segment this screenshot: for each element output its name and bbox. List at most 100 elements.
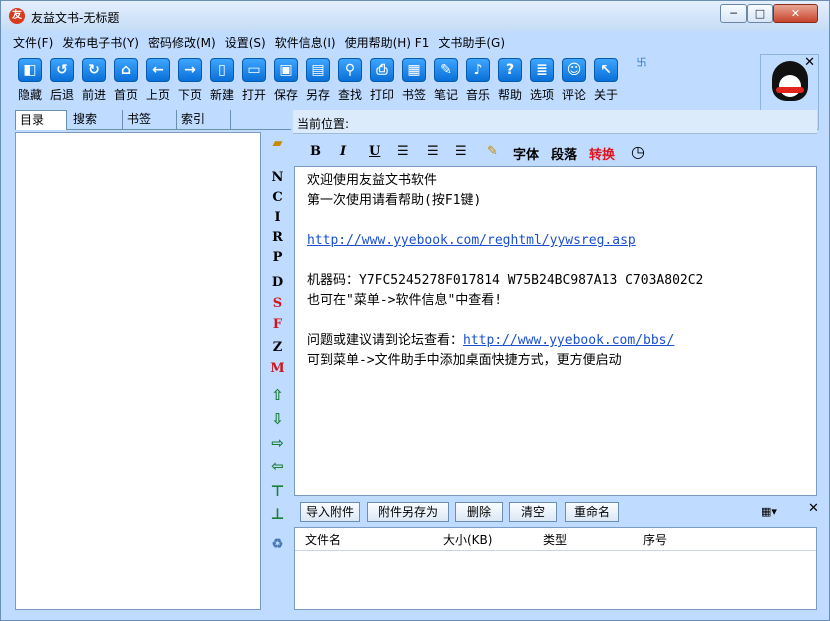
underline-button[interactable]: U <box>369 144 380 159</box>
align-right-icon[interactable]: ☰ <box>455 144 467 159</box>
prev-page-button[interactable]: ← 上页 <box>143 58 173 103</box>
italic-button[interactable]: I <box>340 144 346 159</box>
hide-button[interactable]: ◧ 隐藏 <box>15 58 45 103</box>
import-attachment-button[interactable]: 导入附件 <box>300 502 360 522</box>
attachment-close-icon[interactable]: ✕ <box>808 501 819 516</box>
comment-button[interactable]: ☺ 评论 <box>559 58 589 103</box>
register-link[interactable]: http://www.yyebook.com/reghtml/yywsreg.a… <box>307 233 636 248</box>
side-strip: ▰ N C I R P D S F Z M ⇧ ⇩ ⇨ ⇦ ⊤ ⊥ ♻ <box>263 132 292 610</box>
side-N[interactable]: N <box>263 170 292 185</box>
open-button[interactable]: ▭ 打开 <box>239 58 269 103</box>
save-button[interactable]: ▣ 保存 <box>271 58 301 103</box>
music-icon: ♪ <box>466 58 490 82</box>
attachment-table[interactable]: 文件名 大小(KB) 类型 序号 <box>294 527 817 610</box>
home-icon: ⌂ <box>114 58 138 82</box>
side-R[interactable]: R <box>263 230 292 245</box>
app-window: 友 友益文书-无标题 ─ □ ✕ 文件(F) 发布电子书(Y) 密码修改(M) … <box>0 0 830 621</box>
recycle-bin-icon[interactable]: ♻ <box>263 537 292 552</box>
qq-penguin-icon <box>772 61 808 101</box>
new-doc-icon: ▯ <box>210 58 234 82</box>
col-size[interactable]: 大小(KB) <box>443 531 492 548</box>
editor-line-machine-code: 机器码：Y7FC5245278F017814 W75B24BC987A13 C7… <box>307 273 704 288</box>
save-attachment-as-button[interactable]: 附件另存为 <box>367 502 449 522</box>
close-button[interactable]: ✕ <box>773 4 818 23</box>
align-center-icon[interactable]: ☰ <box>427 144 439 159</box>
tab-index[interactable]: 索引 <box>177 110 231 130</box>
col-filename[interactable]: 文件名 <box>305 531 341 548</box>
move-down-icon[interactable]: ⇩ <box>263 410 292 428</box>
next-page-button[interactable]: → 下页 <box>175 58 205 103</box>
format-toolbar: B I U ☰ ☰ ☰ ✎ 字体 段落 转换 ◷ <box>293 139 817 165</box>
menu-file[interactable]: 文件(F) <box>13 34 53 51</box>
side-M[interactable]: M <box>263 361 292 376</box>
grid-view-icon[interactable]: ▦▾ <box>761 505 777 518</box>
convert-button[interactable]: 转换 <box>589 144 615 163</box>
move-up-icon[interactable]: ⇧ <box>263 386 292 404</box>
side-S[interactable]: S <box>263 296 292 311</box>
home-button[interactable]: ⌂ 首页 <box>111 58 141 103</box>
new-button[interactable]: ▯ 新建 <box>207 58 237 103</box>
forward-button[interactable]: ↻ 前进 <box>79 58 109 103</box>
paragraph-button[interactable]: 段落 <box>551 144 577 163</box>
contents-tree[interactable] <box>15 132 261 610</box>
prev-page-icon: ← <box>146 58 170 82</box>
clear-attachments-button[interactable]: 清空 <box>509 502 557 522</box>
note-icon: ✎ <box>434 58 458 82</box>
options-button[interactable]: ≣ 选项 <box>527 58 557 103</box>
options-icon: ≣ <box>530 58 554 82</box>
maximize-button[interactable]: □ <box>747 4 773 23</box>
align-left-icon[interactable]: ☰ <box>397 144 409 159</box>
col-type[interactable]: 类型 <box>543 531 567 548</box>
forum-link[interactable]: http://www.yyebook.com/bbs/ <box>463 333 674 348</box>
move-left-icon[interactable]: ⇦ <box>263 457 292 475</box>
note-button[interactable]: ✎ 笔记 <box>431 58 461 103</box>
save-as-button[interactable]: ▤ 另存 <box>303 58 333 103</box>
clock-icon[interactable]: ◷ <box>631 142 645 161</box>
side-D[interactable]: D <box>263 275 292 290</box>
toolbar: ◧ 隐藏 ↺ 后退 ↻ 前进 ⌂ 首页 ← 上页 → 下页 ▯ 新建 ▭ 打开 ▣ 保存 ▤ 另存 … <box>1 53 829 107</box>
menu-software-info[interactable]: 软件信息(I) <box>275 34 336 51</box>
text-editor[interactable]: 欢迎使用友益文书软件 第一次使用请看帮助(按F1键) http://www.yy… <box>294 166 817 496</box>
side-Z[interactable]: Z <box>263 340 292 355</box>
delete-attachment-button[interactable]: 删除 <box>455 502 503 522</box>
move-bottom-icon[interactable]: ⊥ <box>263 505 292 523</box>
print-icon: ⎙ <box>370 58 394 82</box>
tab-contents[interactable]: 目录 <box>15 110 67 130</box>
side-F[interactable]: F <box>263 317 292 332</box>
find-button[interactable]: ⚲ 查找 <box>335 58 365 103</box>
menu-help[interactable]: 使用帮助(H) F1 <box>345 34 430 51</box>
app-logo-icon: 友 <box>9 8 25 24</box>
side-C[interactable]: C <box>263 190 292 205</box>
rename-attachment-button[interactable]: 重命名 <box>565 502 619 522</box>
menu-publish-ebook[interactable]: 发布电子书(Y) <box>62 34 139 51</box>
move-right-icon[interactable]: ⇨ <box>263 434 292 452</box>
menu-password[interactable]: 密码修改(M) <box>148 34 216 51</box>
open-folder-side-icon[interactable]: ▰ <box>263 136 292 151</box>
about-button[interactable]: ↖ 关于 <box>591 58 621 103</box>
music-button[interactable]: ♪ 音乐 <box>463 58 493 103</box>
bookmark-button[interactable]: ▦ 书签 <box>399 58 429 103</box>
back-button[interactable]: ↺ 后退 <box>47 58 77 103</box>
editor-line-shortcut: 可到菜单->文件助手中添加桌面快捷方式，更方便启动 <box>307 353 622 368</box>
brush-icon[interactable]: ✎ <box>487 144 498 159</box>
editor-line-welcome: 欢迎使用友益文书软件 <box>307 173 438 188</box>
tab-bookmarks[interactable]: 书签 <box>123 110 177 130</box>
bold-button[interactable]: B <box>310 144 321 159</box>
location-bar: 当前位置: <box>293 110 817 134</box>
side-P[interactable]: P <box>263 250 292 265</box>
location-label: 当前位置: <box>297 117 350 131</box>
minimize-button[interactable]: ─ <box>720 4 747 23</box>
help-button[interactable]: ? 帮助 <box>495 58 525 103</box>
move-top-icon[interactable]: ⊤ <box>263 482 292 500</box>
tab-search[interactable]: 搜索 <box>69 110 123 130</box>
about-label: 关于 <box>593 88 618 102</box>
toolbar-extra-icon[interactable]: 卐 <box>632 57 647 67</box>
side-I[interactable]: I <box>263 210 292 225</box>
menu-settings[interactable]: 设置(S) <box>225 34 266 51</box>
font-button[interactable]: 字体 <box>513 144 539 163</box>
col-index[interactable]: 序号 <box>643 531 667 548</box>
qq-close-icon[interactable]: ✕ <box>804 55 815 70</box>
menu-assistant[interactable]: 文书助手(G) <box>438 34 505 51</box>
print-button[interactable]: ⎙ 打印 <box>367 58 397 103</box>
back-refresh-icon: ↺ <box>50 58 74 82</box>
